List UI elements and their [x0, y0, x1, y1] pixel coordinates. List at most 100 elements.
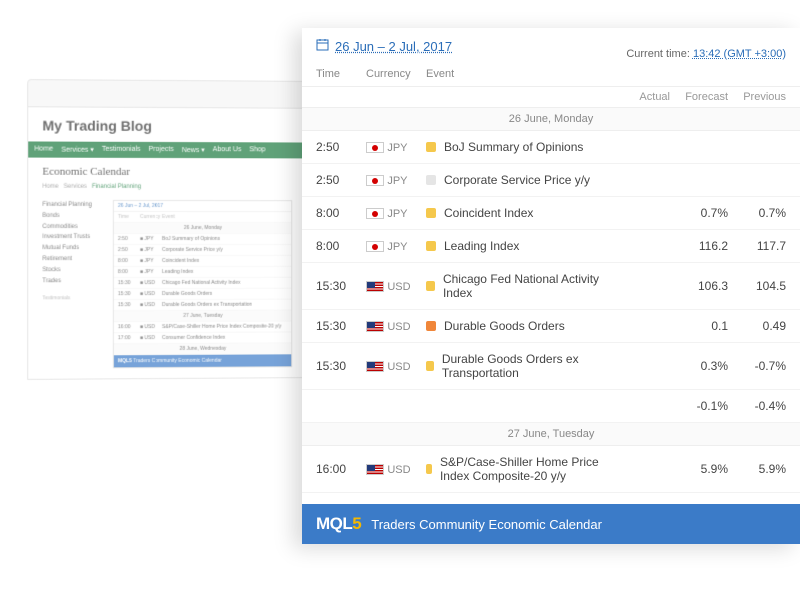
- event-name: S&P/Case-Shiller Home Price Index Compos…: [426, 455, 612, 483]
- event-row[interactable]: 8:00 JPY Leading Index 116.2 117.7: [302, 230, 800, 263]
- event-name: BoJ Summary of Opinions: [426, 140, 612, 154]
- mini-footer: MQL5 Traders Community Economic Calendar: [114, 354, 291, 367]
- event-time: 16:00: [316, 462, 366, 476]
- blog-background: My Trading Blog Home Services ▾ Testimon…: [27, 79, 307, 380]
- importance-med-icon: [426, 142, 436, 152]
- blog-nav: Home Services ▾ Testimonials Projects Ne…: [28, 141, 306, 158]
- page-heading: Economic Calendar: [42, 166, 292, 179]
- day-header: 27 June, Tuesday: [302, 423, 800, 446]
- col-event: Event: [426, 68, 786, 80]
- flag-usd-icon: [366, 464, 384, 475]
- calendar-footer: MQL5 Traders Community Economic Calendar: [302, 504, 800, 544]
- sidebar-item[interactable]: Bonds: [42, 211, 102, 222]
- table-subheader: Actual Forecast Previous: [302, 87, 800, 108]
- crumb-services[interactable]: Services: [64, 184, 87, 190]
- event-forecast: -0.1%: [670, 399, 728, 413]
- event-forecast: 0.7%: [670, 206, 728, 220]
- sidebar-item[interactable]: Financial Planning: [42, 200, 102, 211]
- crumb-home[interactable]: Home: [42, 184, 58, 190]
- event-previous: 0.7%: [728, 206, 786, 220]
- event-name: Leading Index: [426, 239, 612, 253]
- importance-med-icon: [426, 281, 435, 291]
- event-row[interactable]: 2:50 JPY Corporate Service Price y/y: [302, 164, 800, 197]
- mini-event-row: 17:00■ USDConsumer Confidence Index: [114, 332, 291, 344]
- event-currency: USD: [366, 359, 426, 373]
- breadcrumb: Home Services Financial Planning: [42, 184, 292, 190]
- mini-calendar: 26 Jun – 2 Jul, 2017 Time Currency Event…: [113, 200, 292, 368]
- event-row[interactable]: -0.1% -0.4%: [302, 390, 800, 423]
- event-previous: 5.9%: [728, 462, 786, 476]
- nav-about[interactable]: About Us: [213, 146, 242, 154]
- event-row[interactable]: 15:30 USD Durable Goods Orders 0.1 0.49: [302, 310, 800, 343]
- nav-news[interactable]: News ▾: [182, 146, 205, 154]
- importance-med-icon: [426, 361, 434, 371]
- table-header: Current time: 13:42 (GMT +3:00) Time Cur…: [302, 62, 800, 87]
- sidebar-item[interactable]: Investment Trusts: [42, 232, 102, 243]
- nav-projects[interactable]: Projects: [149, 146, 174, 154]
- event-currency: JPY: [366, 140, 426, 154]
- col-forecast: Forecast: [670, 91, 728, 103]
- event-time: 15:30: [316, 279, 366, 293]
- event-forecast: 0.1: [670, 319, 728, 333]
- flag-jpy-icon: [366, 208, 384, 219]
- event-currency: JPY: [366, 206, 426, 220]
- calendar-icon: [316, 38, 329, 54]
- event-currency: USD: [366, 319, 426, 333]
- col-currency: Currency: [366, 68, 426, 80]
- importance-low-icon: [426, 175, 436, 185]
- importance-med-icon: [426, 464, 432, 474]
- mini-event-row: 8:00■ JPYLeading Index: [114, 267, 291, 278]
- flag-jpy-icon: [366, 241, 384, 252]
- event-previous: 117.7: [728, 239, 786, 253]
- day-header: 26 June, Monday: [302, 108, 800, 131]
- event-currency: USD: [366, 279, 426, 293]
- flag-usd-icon: [366, 281, 384, 292]
- importance-high-icon: [426, 321, 436, 331]
- event-row[interactable]: 15:30 USD Durable Goods Orders ex Transp…: [302, 343, 800, 390]
- event-time: 2:50: [316, 140, 366, 154]
- event-row[interactable]: 15:30 USD Chicago Fed National Activity …: [302, 263, 800, 310]
- event-currency: USD: [366, 462, 426, 476]
- nav-shop[interactable]: Shop: [249, 146, 265, 154]
- nav-home[interactable]: Home: [34, 146, 53, 154]
- calendar-body[interactable]: 26 June, Monday 2:50 JPY BoJ Summary of …: [302, 108, 800, 504]
- flag-jpy-icon: [366, 142, 384, 153]
- nav-services[interactable]: Services ▾: [61, 146, 94, 154]
- sidebar-item[interactable]: Trades: [42, 276, 102, 287]
- col-actual: Actual: [612, 91, 670, 103]
- event-row[interactable]: 2:50 JPY BoJ Summary of Opinions: [302, 131, 800, 164]
- blog-title: My Trading Blog: [42, 117, 292, 134]
- event-currency: JPY: [366, 173, 426, 187]
- col-previous: Previous: [728, 91, 786, 103]
- mini-date[interactable]: 26 Jun – 2 Jul, 2017: [114, 201, 291, 212]
- event-row[interactable]: 8:00 JPY Coincident Index 0.7% 0.7%: [302, 197, 800, 230]
- date-range-picker[interactable]: 26 Jun – 2 Jul, 2017: [316, 38, 452, 54]
- mini-event-row: 15:30■ USDDurable Goods Orders ex Transp…: [114, 300, 291, 312]
- timezone-picker[interactable]: 13:42 (GMT +3:00): [693, 48, 786, 60]
- event-name: Durable Goods Orders ex Transportation: [426, 352, 612, 380]
- footer-text: Traders Community Economic Calendar: [371, 517, 602, 532]
- flag-usd-icon: [366, 361, 384, 372]
- nav-testimonials[interactable]: Testimonials: [102, 146, 141, 154]
- event-previous: 104.5: [728, 279, 786, 293]
- mql5-logo[interactable]: MQL5: [316, 514, 361, 534]
- blog-sidebar: Financial Planning Bonds Commodities Inv…: [42, 200, 102, 369]
- event-forecast: 0.3%: [670, 359, 728, 373]
- flag-usd-icon: [366, 321, 384, 332]
- event-row[interactable]: 16:00 USD S&P/Case-Shiller Home Price In…: [302, 446, 800, 493]
- date-range-label: 26 Jun – 2 Jul, 2017: [335, 39, 452, 54]
- event-time: 8:00: [316, 206, 366, 220]
- event-currency: JPY: [366, 239, 426, 253]
- sidebar-item[interactable]: Stocks: [42, 265, 102, 276]
- flag-jpy-icon: [366, 175, 384, 186]
- event-row[interactable]: 17:00 USD Consumer Confidence Index 124.…: [302, 493, 800, 504]
- crumb-current: Financial Planning: [92, 184, 141, 190]
- event-time: 15:30: [316, 359, 366, 373]
- sidebar-item[interactable]: Mutual Funds: [42, 243, 102, 254]
- mini-event-row: 15:30■ USDChicago Fed National Activity …: [114, 278, 291, 289]
- sidebar-item[interactable]: Retirement: [42, 254, 102, 265]
- event-previous: -0.7%: [728, 359, 786, 373]
- event-forecast: 116.2: [670, 239, 728, 253]
- event-previous: 0.49: [728, 319, 786, 333]
- sidebar-item[interactable]: Commodities: [42, 222, 102, 233]
